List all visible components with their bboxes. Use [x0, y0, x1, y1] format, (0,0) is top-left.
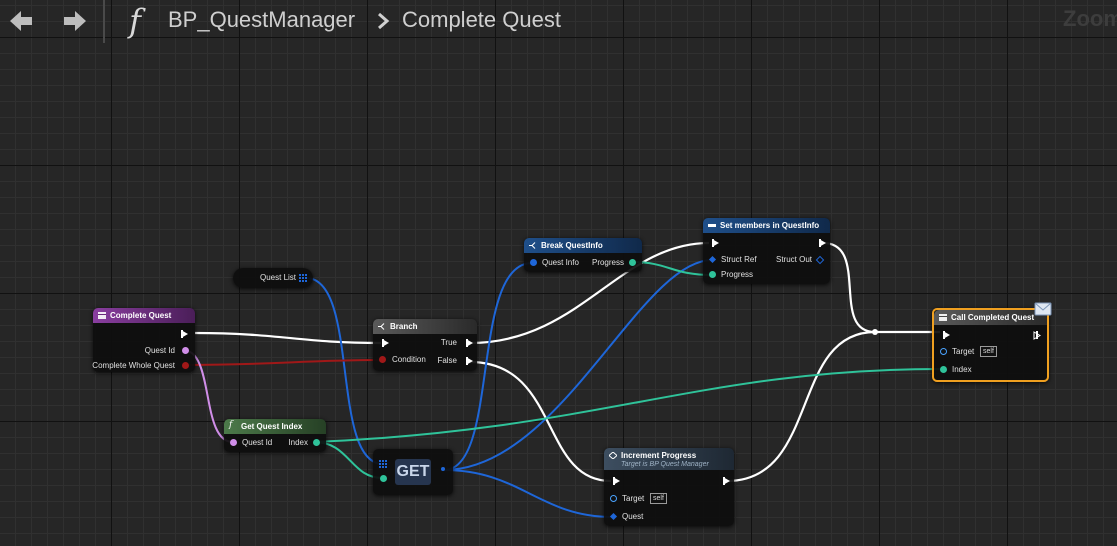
arrow-left-icon[interactable] — [6, 7, 36, 35]
struct-wire-get-to-set — [443, 259, 713, 471]
int-wire-progress-to-set — [630, 261, 714, 276]
node-header: Increment Progress Target is BP Quest Ma… — [604, 448, 734, 470]
node-array-get[interactable]: GET — [373, 449, 453, 495]
breadcrumb-function[interactable]: Complete Quest — [402, 7, 561, 33]
exec-wire-false-to-increment — [469, 360, 612, 483]
function-call-icon — [609, 452, 617, 459]
envelope-icon — [1034, 302, 1052, 316]
node-complete-quest[interactable]: Complete Quest Quest Id Complete Whole Q… — [92, 308, 195, 372]
index-in-pin[interactable]: Index — [940, 365, 1000, 375]
struct-icon — [708, 224, 716, 227]
node-title: Branch — [390, 322, 418, 331]
index-in-pin[interactable] — [380, 475, 387, 482]
breadcrumb-blueprint[interactable]: BP_QuestManager — [168, 7, 355, 33]
pin-label: Struct Out — [775, 255, 812, 264]
toolbar-divider — [103, 0, 105, 43]
arrow-right-icon[interactable] — [60, 7, 90, 35]
branch-icon — [378, 323, 385, 330]
function-entry-icon — [98, 312, 106, 319]
pin-label: True — [440, 338, 457, 347]
struct-wire-get-to-increment — [443, 469, 613, 518]
function-icon: f — [129, 2, 141, 40]
exec-out-hollow-icon — [1033, 331, 1041, 340]
pin-label: Index — [288, 438, 308, 447]
wire-layer — [182, 241, 942, 518]
chevron-right-icon — [376, 12, 390, 35]
zoom-label: Zoom — [1063, 6, 1117, 31]
pin-label: False — [437, 356, 457, 365]
exec-wire-set-to-call — [822, 241, 940, 334]
pin-label: Quest Id — [144, 346, 175, 355]
array-pin-icon[interactable] — [379, 460, 388, 468]
exec-wire-increment-to-call — [726, 330, 876, 483]
progress-out-pin[interactable]: Progress — [581, 258, 636, 268]
node-title: GET — [395, 459, 431, 485]
node-title: Call Completed Quest — [951, 313, 1035, 322]
pin-label: Quest Info — [542, 258, 579, 267]
progress-in-pin[interactable]: Progress — [709, 270, 769, 280]
node-header: Set members in QuestInfo — [703, 218, 830, 233]
struct-out-pin[interactable] — [441, 467, 445, 471]
node-header: Complete Quest — [93, 308, 195, 323]
target-pin[interactable]: Target self — [610, 493, 690, 504]
false-pin[interactable]: False — [421, 356, 473, 366]
node-header: Branch — [373, 319, 477, 334]
pin-label: Progress — [721, 270, 754, 279]
node-title: Set members in QuestInfo — [720, 221, 820, 230]
node-branch[interactable]: Branch Condition True False — [373, 319, 477, 371]
function-icon: f — [229, 420, 233, 430]
index-pin[interactable]: Index — [280, 438, 320, 448]
node-title: Increment Progress — [621, 451, 697, 460]
pin-label: Quest — [622, 512, 644, 521]
node-header: Call Completed Quest — [934, 310, 1047, 325]
node-increment-progress[interactable]: Increment Progress Target is BP Quest Ma… — [604, 448, 734, 526]
quest-pin[interactable]: Quest — [609, 512, 670, 522]
pin-label: Target — [622, 494, 645, 503]
target-default-field[interactable]: self — [980, 346, 997, 357]
reroute-knot[interactable] — [872, 329, 878, 335]
node-title: Get Quest Index — [241, 422, 303, 431]
struct-out-pin[interactable]: Struct Out — [764, 255, 825, 265]
node-break-questinfo[interactable]: Break QuestInfo Quest Info Progress — [524, 238, 642, 272]
pin-label: Struct Ref — [721, 255, 757, 264]
node-header: f Get Quest Index — [224, 419, 326, 434]
pin-label: Complete Whole Quest — [92, 361, 175, 370]
variable-label: Quest List — [260, 273, 297, 282]
target-pin[interactable]: Target self — [940, 346, 1020, 357]
exec-wire-entry-to-branch — [194, 331, 382, 345]
quest-id-pin[interactable]: Quest Id — [89, 346, 189, 356]
pin-label: Target — [952, 347, 975, 356]
pin-label: Progress — [591, 258, 624, 267]
true-pin[interactable]: True — [421, 338, 473, 348]
quest-id-pin[interactable]: Quest Id — [230, 438, 280, 448]
pin-label: Index — [952, 365, 972, 374]
exec-out-pin[interactable] — [1021, 330, 1041, 340]
pin-label: Quest Id — [242, 438, 273, 447]
break-struct-icon — [529, 242, 536, 249]
node-title: Break QuestInfo — [541, 241, 603, 250]
int-wire-index-to-call — [313, 368, 942, 443]
node-call-completed-quest[interactable]: Call Completed Quest Target self Index — [932, 308, 1049, 382]
struct-ref-pin[interactable]: Struct Ref — [708, 255, 769, 265]
quest-info-pin[interactable]: Quest Info — [530, 258, 585, 268]
complete-whole-quest-pin[interactable]: Complete Whole Quest — [89, 361, 189, 371]
target-default-field[interactable]: self — [650, 493, 667, 504]
node-subtitle: Target is BP Quest Manager — [621, 461, 709, 468]
editor-toolbar: f BP_QuestManager Complete Quest Zoom — [0, 0, 1117, 44]
node-title: Complete Quest — [110, 311, 172, 320]
node-header: Break QuestInfo — [524, 238, 642, 253]
event-dispatcher-icon — [939, 314, 947, 321]
array-pin-icon[interactable] — [299, 274, 308, 282]
bool-wire-complete-to-condition — [182, 359, 384, 366]
exec-out-pin[interactable] — [708, 476, 730, 486]
exec-out-pin[interactable] — [804, 238, 826, 248]
node-quest-list[interactable]: Quest List — [233, 268, 313, 288]
node-set-members-questinfo[interactable]: Set members in QuestInfo Struct Ref Stru… — [703, 218, 830, 284]
node-get-quest-index[interactable]: f Get Quest Index Quest Id Index — [224, 419, 326, 452]
